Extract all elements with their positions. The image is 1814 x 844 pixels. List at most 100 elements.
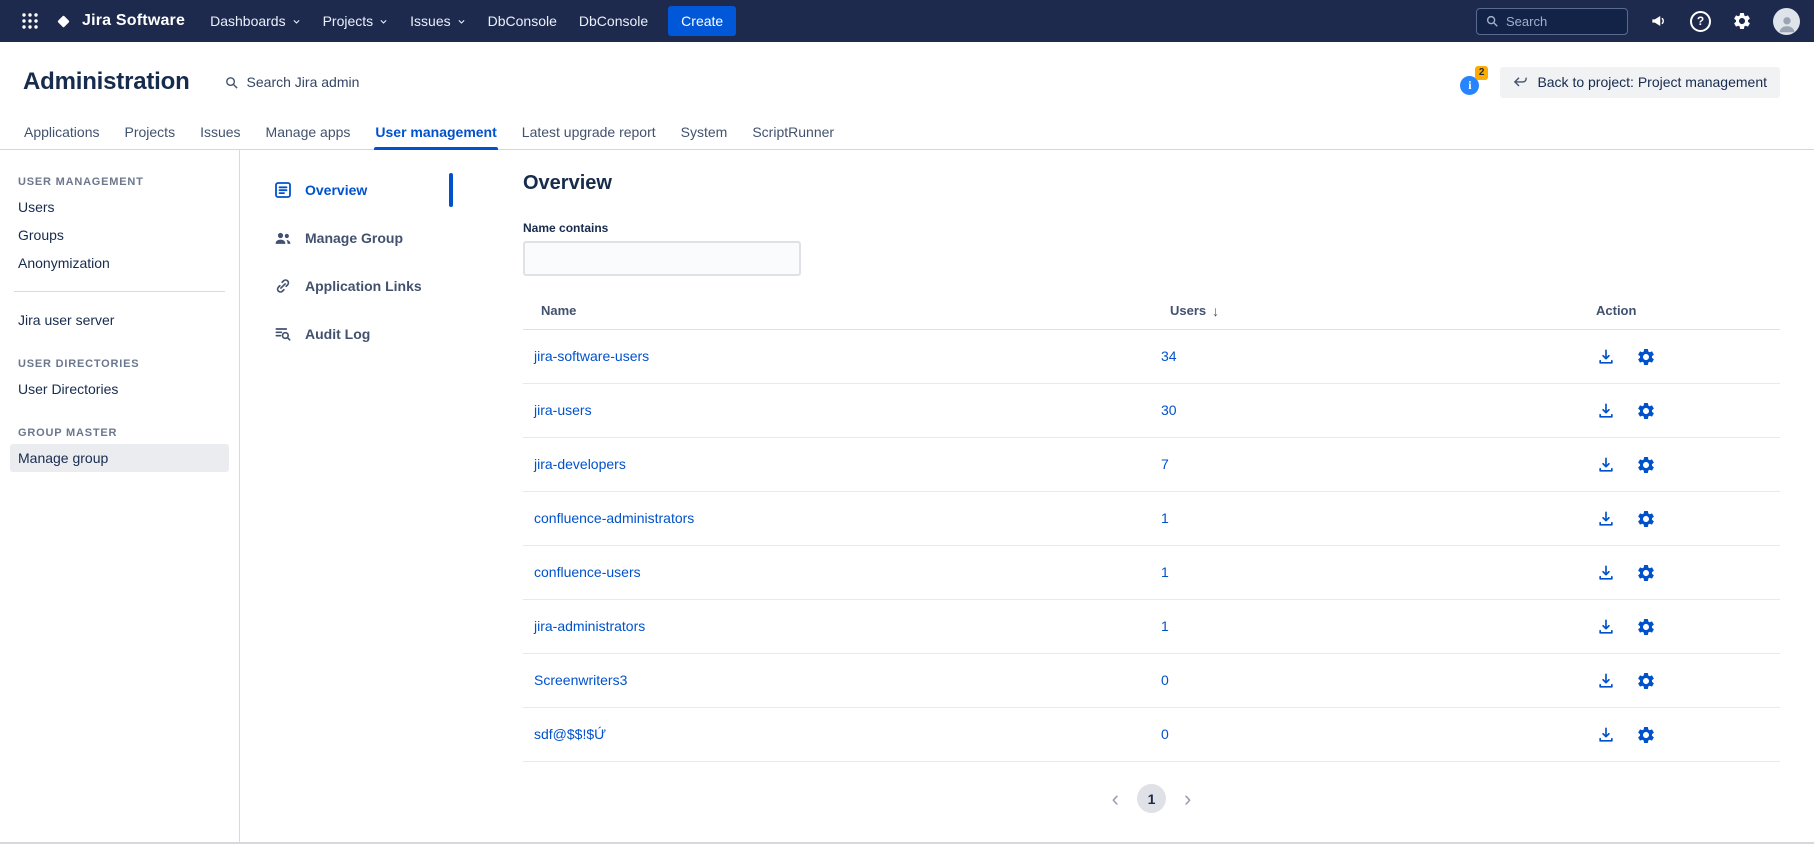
group-name-link[interactable]: jira-users (534, 402, 592, 418)
tab-projects[interactable]: Projects (124, 124, 177, 149)
user-avatar[interactable] (1773, 8, 1800, 35)
nav-dbconsole-1-label: DbConsole (488, 13, 557, 29)
sidebar-item-users[interactable]: Users (10, 193, 229, 221)
download-button[interactable] (1596, 347, 1616, 367)
nav-issues[interactable]: Issues (399, 0, 476, 42)
download-button[interactable] (1596, 563, 1616, 583)
sidebar-item-manage-group[interactable]: Manage group (10, 444, 229, 472)
nav-issues-label: Issues (410, 13, 450, 29)
group-settings-button[interactable] (1636, 671, 1656, 691)
app-switcher-icon[interactable] (14, 5, 46, 37)
subnav-item-application-links[interactable]: Application Links (240, 266, 453, 306)
group-users-link[interactable]: 1 (1161, 618, 1169, 634)
download-button[interactable] (1596, 617, 1616, 637)
nav-dbconsole-2[interactable]: DbConsole (568, 0, 659, 42)
column-header-name[interactable]: Name (523, 303, 1161, 318)
tab-manage-apps[interactable]: Manage apps (265, 124, 352, 149)
download-button[interactable] (1596, 401, 1616, 421)
sidebar-item-user-directories[interactable]: User Directories (10, 375, 229, 403)
notification-badge: 2 (1475, 66, 1489, 80)
group-settings-button[interactable] (1636, 509, 1656, 529)
group-settings-button[interactable] (1636, 617, 1656, 637)
group-name-link[interactable]: jira-administrators (534, 618, 645, 634)
admin-sidebar: USER MANAGEMENT Users Groups Anonymizati… (0, 150, 240, 842)
sidebar-item-groups[interactable]: Groups (10, 221, 229, 249)
subnav-item-label: Manage Group (305, 230, 403, 246)
return-arrow-icon (1513, 75, 1528, 90)
group-users-link[interactable]: 1 (1161, 564, 1169, 580)
subnav-item-audit-log[interactable]: Audit Log (240, 314, 453, 354)
nav-projects-label: Projects (323, 13, 374, 29)
nav-dashboards[interactable]: Dashboards (199, 0, 312, 42)
download-button[interactable] (1596, 455, 1616, 475)
pagination: ‹ 1 › (523, 784, 1780, 813)
table-row: jira-software-users 34 (523, 330, 1780, 384)
group-name-link[interactable]: Screenwriters3 (534, 672, 627, 688)
gear-icon[interactable] (1726, 5, 1758, 37)
tab-user-management[interactable]: User management (374, 124, 497, 149)
group-name-link[interactable]: confluence-users (534, 564, 641, 580)
subnav-item-label: Overview (305, 182, 367, 198)
create-button[interactable]: Create (668, 6, 736, 36)
table-row: sdf@$$!$Ứ 0 (523, 708, 1780, 762)
admin-header: Administration Search Jira admin i 2 Bac… (0, 42, 1814, 122)
tab-issues[interactable]: Issues (199, 124, 241, 149)
subnav-item-overview[interactable]: Overview (240, 170, 453, 210)
sidebar-item-jira-user-server[interactable]: Jira user server (10, 306, 229, 334)
group-users-link[interactable]: 0 (1161, 672, 1169, 688)
notifications-indicator[interactable]: i 2 (1460, 69, 1486, 95)
next-page-button[interactable]: › (1184, 788, 1191, 810)
group-settings-button[interactable] (1636, 455, 1656, 475)
table-header-row: Name Users ↓ Action (523, 292, 1780, 330)
groups-table: Name Users ↓ Action jira-software-users … (523, 292, 1780, 762)
sidebar-heading-group-master: GROUP MASTER (0, 427, 239, 440)
group-settings-button[interactable] (1636, 563, 1656, 583)
group-name-link[interactable]: sdf@$$!$Ứ (534, 726, 606, 742)
chevron-down-icon (457, 17, 466, 26)
table-row: jira-developers 7 (523, 438, 1780, 492)
group-name-link[interactable]: jira-software-users (534, 348, 649, 364)
group-settings-button[interactable] (1636, 401, 1656, 421)
download-button[interactable] (1596, 671, 1616, 691)
nav-dbconsole-1[interactable]: DbConsole (477, 0, 568, 42)
content-area: USER MANAGEMENT Users Groups Anonymizati… (0, 150, 1814, 844)
group-settings-button[interactable] (1636, 347, 1656, 367)
column-header-users[interactable]: Users ↓ (1161, 303, 1596, 319)
global-search-input[interactable]: Search (1476, 8, 1628, 35)
sidebar-item-anonymization[interactable]: Anonymization (10, 249, 229, 277)
tab-latest-upgrade-report[interactable]: Latest upgrade report (521, 124, 657, 149)
group-settings-button[interactable] (1636, 725, 1656, 745)
download-button[interactable] (1596, 509, 1616, 529)
download-button[interactable] (1596, 725, 1616, 745)
product-name: Jira Software (82, 12, 185, 30)
top-navigation-bar: Jira Software Dashboards Projects Issues… (0, 0, 1814, 42)
subnav-item-manage-group[interactable]: Manage Group (240, 218, 453, 258)
jira-logo[interactable]: Jira Software (46, 12, 199, 31)
column-header-action: Action (1596, 303, 1780, 318)
main-panel: Overview Name contains Name Users ↓ Acti… (453, 150, 1814, 842)
tab-applications[interactable]: Applications (23, 124, 101, 149)
sort-descending-icon: ↓ (1212, 303, 1219, 319)
group-name-link[interactable]: jira-developers (534, 456, 626, 472)
group-users-link[interactable]: 34 (1161, 348, 1177, 364)
tab-system[interactable]: System (680, 124, 729, 149)
table-row: Screenwriters3 0 (523, 654, 1780, 708)
previous-page-button[interactable]: ‹ (1112, 788, 1119, 810)
group-master-subnav: Overview Manage Group Application Links … (240, 150, 453, 842)
group-users-link[interactable]: 7 (1161, 456, 1169, 472)
group-users-link[interactable]: 30 (1161, 402, 1177, 418)
tab-scriptrunner[interactable]: ScriptRunner (751, 124, 835, 149)
help-icon[interactable]: ? (1690, 11, 1711, 32)
table-row: jira-users 30 (523, 384, 1780, 438)
group-users-link[interactable]: 0 (1161, 726, 1169, 742)
admin-search-input[interactable]: Search Jira admin (224, 74, 360, 90)
subnav-item-label: Application Links (305, 278, 422, 294)
nav-dashboards-label: Dashboards (210, 13, 286, 29)
group-name-link[interactable]: confluence-administrators (534, 510, 694, 526)
nav-projects[interactable]: Projects (312, 0, 400, 42)
back-to-project-button[interactable]: Back to project: Project management (1500, 67, 1780, 98)
current-page-button[interactable]: 1 (1137, 784, 1166, 813)
group-users-link[interactable]: 1 (1161, 510, 1169, 526)
name-contains-input[interactable] (523, 241, 801, 276)
announcements-icon[interactable] (1643, 5, 1675, 37)
